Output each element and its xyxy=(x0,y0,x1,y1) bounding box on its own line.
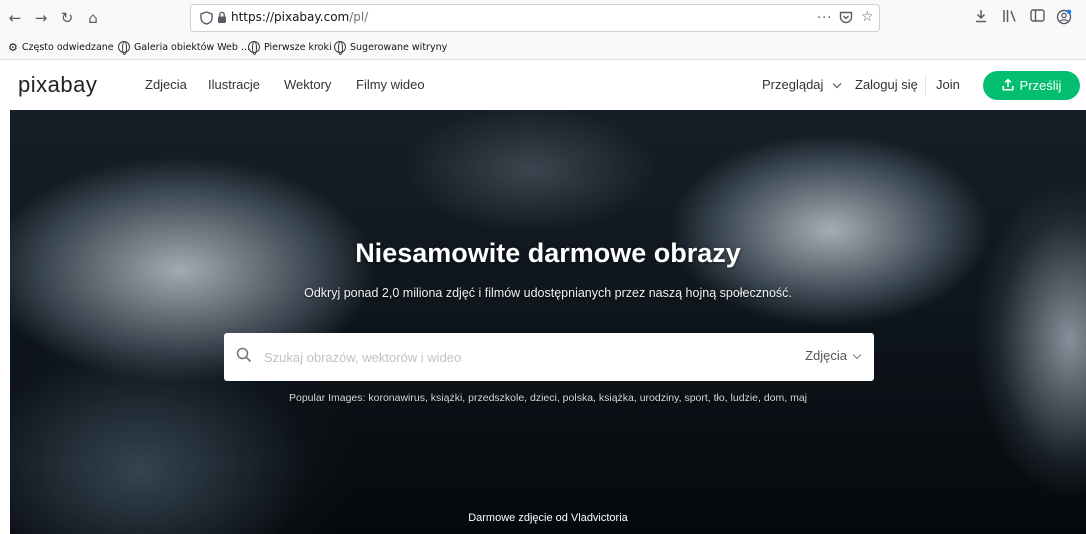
pocket-icon[interactable] xyxy=(839,11,853,28)
bookmark-galeria[interactable]: Galeria obiektów Web ... xyxy=(118,41,250,55)
sidebar-icon[interactable] xyxy=(1030,9,1045,26)
nav-ilustracje[interactable]: Ilustracje xyxy=(208,77,260,92)
chevron-down-icon xyxy=(832,77,842,92)
back-icon[interactable]: ← xyxy=(6,9,24,27)
url-host: https://pixabay.com xyxy=(231,10,350,24)
bookmark-pierwsze-kroki[interactable]: Pierwsze kroki xyxy=(248,41,332,55)
lock-icon[interactable] xyxy=(217,11,227,28)
downloads-icon[interactable] xyxy=(975,9,987,27)
bookmark-label: Galeria obiektów Web ... xyxy=(134,41,250,53)
upload-label: Prześlij xyxy=(1019,78,1062,93)
hero-title: Niesamowite darmowe obrazy xyxy=(355,238,741,268)
bookmarks-bar: ⚙ Często odwiedzane Galeria obiektów Web … xyxy=(0,36,1086,60)
address-bar[interactable]: https://pixabay.com/pl/ ··· ☆ xyxy=(190,4,880,32)
globe-icon xyxy=(334,41,346,55)
account-icon[interactable] xyxy=(1056,9,1072,29)
nav-filmy-wideo[interactable]: Filmy wideo xyxy=(356,77,425,92)
header-divider xyxy=(925,74,926,96)
upload-icon xyxy=(1001,77,1014,94)
shield-icon[interactable] xyxy=(200,11,213,29)
gear-icon: ⚙ xyxy=(8,41,18,54)
globe-icon xyxy=(248,41,260,55)
hero-subtitle: Odkryj ponad 2,0 miliona zdjęć i filmów … xyxy=(304,286,792,300)
url-path: /pl/ xyxy=(349,10,369,24)
popular-images[interactable]: Popular Images: koronawirus, książki, pr… xyxy=(10,392,1086,404)
site-header: pixabay Zdjecia Ilustracje Wektory Filmy… xyxy=(0,60,1086,110)
hero-background-image xyxy=(10,110,1086,534)
chevron-down-icon xyxy=(852,348,862,363)
browse-menu[interactable]: Przeglądaj xyxy=(762,77,842,92)
search-type-select[interactable]: Zdjęcia xyxy=(805,348,862,363)
hero-banner: Niesamowite darmowe obrazy Odkryj ponad … xyxy=(10,110,1086,534)
bookmark-label: Sugerowane witryny xyxy=(350,41,448,53)
page-actions-icon[interactable]: ··· xyxy=(817,11,832,26)
search-box: Zdjęcia xyxy=(224,333,874,381)
forward-icon[interactable]: → xyxy=(32,9,50,27)
upload-button[interactable]: Prześlij xyxy=(983,71,1080,100)
bookmark-label: Często odwiedzane xyxy=(21,42,114,53)
login-link[interactable]: Zaloguj się xyxy=(855,77,918,92)
url-text[interactable]: https://pixabay.com/pl/ xyxy=(231,10,368,24)
library-icon[interactable] xyxy=(1002,9,1018,27)
search-input[interactable] xyxy=(264,346,764,368)
bookmark-star-icon[interactable]: ☆ xyxy=(861,9,874,25)
nav-wektory[interactable]: Wektory xyxy=(284,77,331,92)
bookmark-label: Pierwsze kroki xyxy=(264,41,332,53)
browser-toolbar: ← → ↻ ⌂ https://pixabay.com/pl/ ··· ☆ xyxy=(0,0,1086,36)
nav-zdjecia[interactable]: Zdjecia xyxy=(145,77,187,92)
search-type-label: Zdjęcia xyxy=(805,348,847,363)
reload-icon[interactable]: ↻ xyxy=(58,9,76,27)
join-link[interactable]: Join xyxy=(936,77,960,92)
bookmark-sugerowane[interactable]: Sugerowane witryny xyxy=(334,41,448,55)
pixabay-logo[interactable]: pixabay xyxy=(18,72,97,98)
home-icon[interactable]: ⌂ xyxy=(84,9,102,27)
bookmark-czesto-odwiedzane[interactable]: ⚙ Często odwiedzane xyxy=(8,41,114,54)
search-icon[interactable] xyxy=(236,347,252,363)
photo-credit[interactable]: Darmowe zdjęcie od Vladvictoria xyxy=(10,512,1086,524)
browse-label: Przeglądaj xyxy=(762,77,824,92)
globe-icon xyxy=(118,41,130,55)
